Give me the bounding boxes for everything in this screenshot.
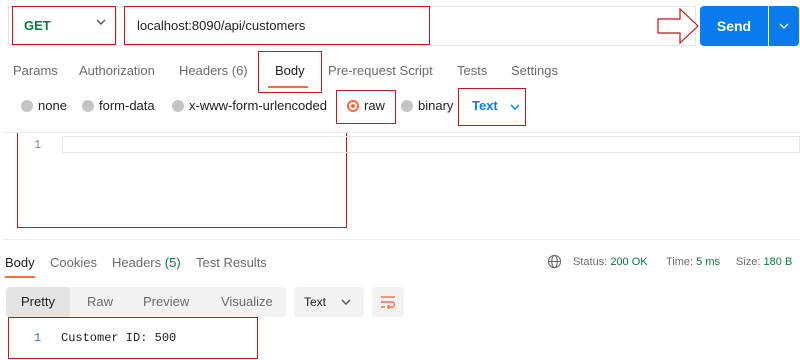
response-format-label: Text — [304, 295, 327, 309]
wrap-lines-button[interactable] — [372, 287, 404, 317]
response-body-text: Customer ID: 500 — [61, 331, 177, 345]
active-tab-indicator — [268, 86, 308, 88]
chevron-down-icon — [341, 299, 351, 305]
chevron-down-icon — [510, 104, 520, 110]
wrap-lines-icon — [381, 296, 396, 309]
radio-binary[interactable] — [401, 100, 413, 112]
view-visualize-button[interactable]: Visualize — [221, 294, 273, 309]
arrow-right-icon — [657, 7, 699, 45]
body-format-select[interactable]: Text — [472, 98, 498, 113]
response-tab-body[interactable]: Body — [5, 255, 35, 270]
radio-binary-label: binary — [418, 98, 454, 113]
tab-tests[interactable]: Tests — [457, 63, 487, 78]
response-tab-cookies[interactable]: Cookies — [50, 255, 97, 270]
time-label: Time: — [666, 256, 694, 268]
send-options-button[interactable] — [769, 6, 799, 46]
radio-form-data[interactable] — [82, 100, 94, 112]
chevron-down-icon — [779, 23, 789, 29]
response-active-tab-indicator — [5, 276, 35, 278]
tab-settings[interactable]: Settings — [511, 63, 558, 78]
response-size: Size: 180 B — [736, 256, 792, 268]
view-preview-button[interactable]: Preview — [143, 294, 189, 309]
radio-form-data-label: form-data — [99, 98, 155, 113]
editor-active-line[interactable] — [62, 136, 800, 153]
radio-raw[interactable] — [347, 100, 359, 112]
tab-prerequest-script[interactable]: Pre-request Script — [328, 63, 433, 78]
response-line-number: 1 — [34, 331, 42, 345]
response-tab-test-results[interactable]: Test Results — [196, 255, 267, 270]
tab-body[interactable]: Body — [275, 63, 305, 78]
status-label: Status: — [573, 256, 608, 268]
status-value: 200 OK — [610, 256, 648, 268]
time-value: 5 ms — [696, 256, 720, 268]
radio-urlencoded[interactable] — [172, 100, 184, 112]
response-time: Time: 5 ms — [666, 256, 720, 268]
radio-none[interactable] — [21, 100, 33, 112]
annotation-url — [124, 6, 430, 45]
tab-params[interactable]: Params — [13, 63, 58, 78]
view-raw-button[interactable]: Raw — [87, 294, 113, 309]
tab-headers[interactable]: Headers (6) — [179, 63, 248, 78]
radio-none-label: none — [38, 98, 67, 113]
response-status: Status: 200 OK — [573, 256, 648, 268]
size-value: 180 B — [763, 256, 793, 268]
tab-authorization[interactable]: Authorization — [79, 63, 155, 78]
response-tab-headers-label: Headers — [112, 255, 162, 270]
radio-raw-label: raw — [364, 98, 385, 113]
radio-urlencoded-label: x-www-form-urlencoded — [189, 98, 327, 113]
response-headers-count: (5) — [164, 255, 181, 270]
size-label: Size: — [736, 256, 761, 268]
globe-icon[interactable] — [547, 254, 562, 269]
annotation-method — [12, 6, 116, 45]
send-button[interactable]: Send — [700, 6, 768, 46]
editor-line-number: 1 — [34, 138, 42, 152]
response-tab-headers[interactable]: Headers (5) — [112, 255, 181, 270]
view-pretty-label: Pretty — [21, 294, 55, 309]
